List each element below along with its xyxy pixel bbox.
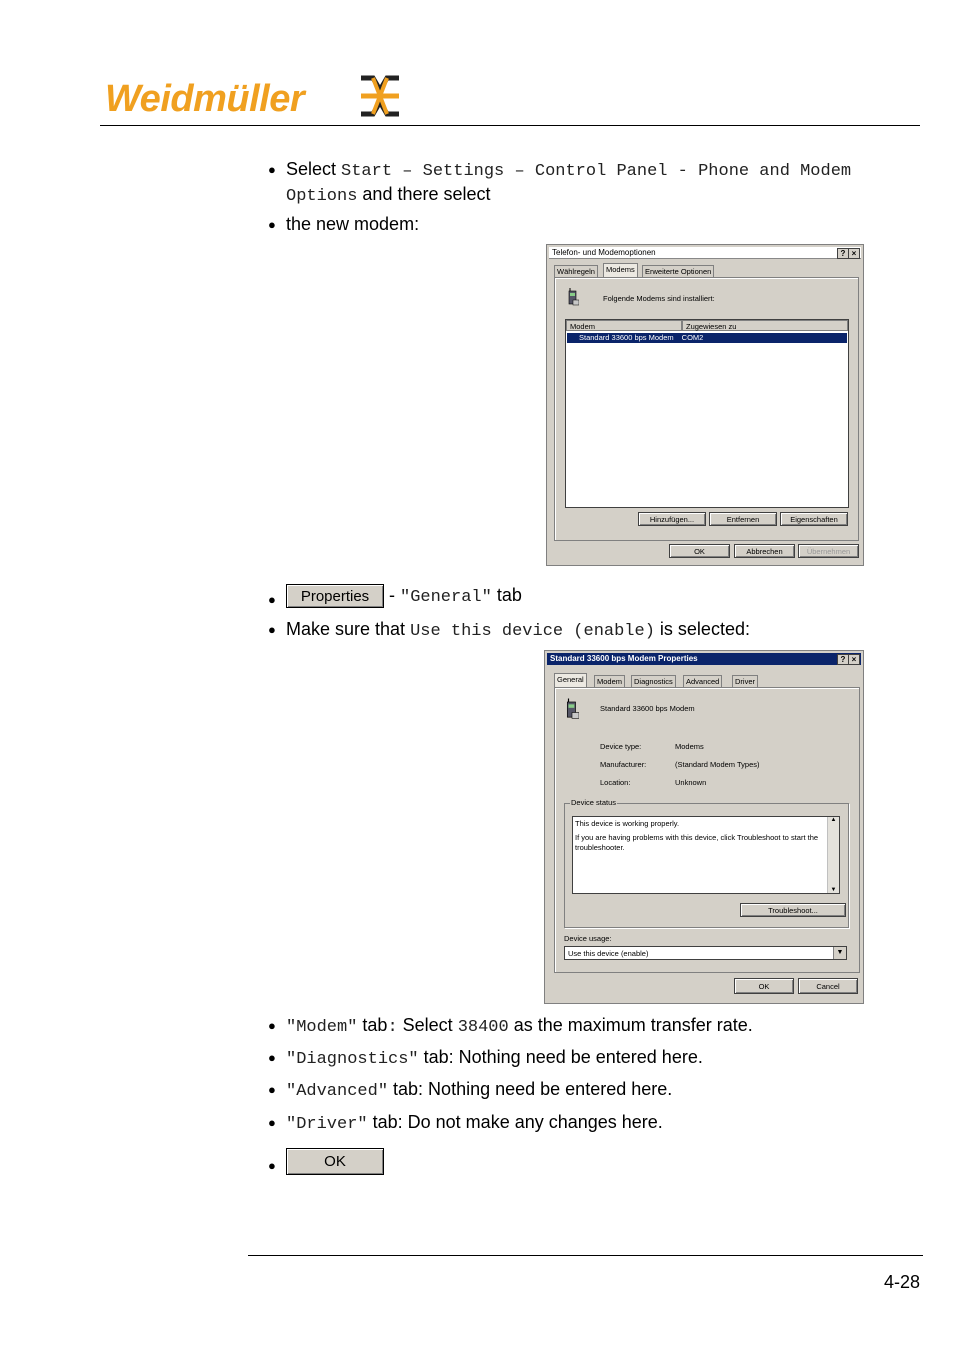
phone-modem-options-dialog: Telefon- und Modemoptionen ? × Wählregel…: [546, 244, 864, 566]
status-text: This device is working properly. If you …: [575, 819, 823, 853]
scroll-down-icon[interactable]: ▼: [828, 887, 839, 893]
bullet-text: Select: [397, 1015, 458, 1035]
bullet-text: tab: Nothing need be entered here.: [388, 1079, 673, 1099]
bullet-text: tab: Nothing need be entered here.: [418, 1047, 703, 1067]
tab-name-code: "Driver": [286, 1115, 368, 1134]
bullet-dot: ●: [268, 622, 276, 637]
ok-button[interactable]: OK: [669, 544, 730, 558]
installed-modems-label: Folgende Modems sind installiert:: [603, 294, 715, 303]
dialog-title: Standard 33600 bps Modem Properties: [547, 653, 861, 665]
tab-modem[interactable]: Modem: [594, 675, 626, 687]
modem-properties-dialog: Standard 33600 bps Modem Properties ? × …: [544, 650, 864, 1004]
bullet-text: tab: [357, 1015, 388, 1035]
list-item[interactable]: Standard 33600 bps Modem COM2: [567, 333, 847, 343]
chevron-down-icon[interactable]: ▼: [833, 947, 846, 959]
tab-diagnostics[interactable]: Diagnostics: [631, 675, 676, 687]
tab-driver[interactable]: Driver: [732, 675, 758, 687]
apply-button[interactable]: Übernehmen: [798, 544, 859, 558]
device-status-group: Device status This device is working pro…: [564, 798, 849, 928]
bullet-text: is selected:: [654, 619, 750, 639]
modem-name-cell: Standard 33600 bps Modem: [579, 333, 674, 342]
device-type-label: Device type:: [600, 742, 642, 751]
column-header-modem[interactable]: Modem: [566, 320, 682, 331]
column-header-assigned[interactable]: Zugewiesen zu: [682, 320, 848, 331]
bullet-text: :: [387, 1018, 398, 1037]
properties-button[interactable]: Eigenschaften: [780, 512, 848, 526]
bullet-text: and there select: [357, 184, 491, 204]
port-cell: COM2: [681, 333, 704, 342]
tab-dialing-rules[interactable]: Wählregeln: [554, 265, 598, 277]
bullet-dot: ●: [268, 217, 276, 232]
troubleshoot-button[interactable]: Troubleshoot...: [740, 903, 846, 917]
header-rule: [100, 125, 920, 126]
device-usage-value: Use this device (enable): [568, 949, 649, 958]
ok-button-image: OK: [286, 1148, 384, 1175]
bullet-text: -: [384, 585, 400, 605]
close-button[interactable]: ×: [848, 654, 860, 665]
modem-phone-icon: [568, 288, 579, 306]
logo-wordmark: Weidmüller: [105, 78, 305, 120]
bullet-dot: ●: [268, 592, 276, 607]
bullet-dot: ●: [268, 1082, 276, 1097]
bullet-dot: ●: [268, 1050, 276, 1065]
baud-rate-code: 38400: [457, 1018, 509, 1037]
tab-general[interactable]: General: [554, 673, 587, 687]
bullet-dot: ●: [268, 1115, 276, 1130]
bullet-text: Select: [286, 159, 342, 179]
cancel-button[interactable]: Cancel: [798, 978, 858, 994]
device-status-label: Device status: [570, 798, 618, 807]
modem-phone-icon: [566, 698, 579, 719]
footer-rule: [248, 1255, 923, 1256]
bullet-text: tab: Do not make any changes here.: [367, 1112, 663, 1132]
bullet-text: Make sure that: [286, 619, 411, 639]
option-code: device (enable): [491, 622, 655, 641]
tab-panel: Standard 33600 bps Modem Device type: Mo…: [554, 687, 860, 973]
bullet-dot: ●: [268, 1018, 276, 1033]
tab-advanced-options[interactable]: Erweiterte Optionen: [642, 265, 715, 277]
bullet-text: as the maximum transfer rate.: [508, 1015, 753, 1035]
bullet-text: the new modem:: [286, 214, 420, 234]
close-button[interactable]: ×: [848, 248, 860, 259]
manufacturer-label: Manufacturer:: [600, 760, 647, 769]
location-label: Location:: [600, 778, 631, 787]
tab-name-code: "General": [400, 588, 492, 607]
tab-modems[interactable]: Modems: [603, 263, 638, 277]
bullet-dot: ●: [268, 162, 276, 177]
status-line: If you are having problems with this dev…: [575, 833, 819, 852]
device-status-textbox[interactable]: This device is working properly. If you …: [572, 816, 840, 894]
properties-button-image: Properties: [286, 584, 384, 609]
tab-advanced[interactable]: Advanced: [683, 675, 723, 687]
bullet-dot: ●: [268, 1158, 276, 1173]
tab-name-code: "Diagnostics": [286, 1050, 419, 1069]
page-number: 4-28: [884, 1272, 921, 1292]
status-scrollbar[interactable]: ▲ ▼: [827, 817, 839, 893]
ok-button[interactable]: OK: [734, 978, 794, 994]
bullet-text: tab: [491, 585, 522, 605]
device-usage-select[interactable]: Use this device (enable) ▼: [564, 946, 847, 960]
option-code: Use this: [410, 622, 492, 641]
device-type-value: Modems: [675, 742, 704, 751]
remove-button[interactable]: Entfernen: [709, 512, 777, 526]
tab-name-code: "Advanced": [286, 1082, 389, 1101]
device-name: Standard 33600 bps Modem: [600, 704, 695, 713]
scroll-up-icon[interactable]: ▲: [828, 817, 839, 823]
weidmuller-mark-icon: [361, 75, 399, 117]
status-line: This device is working properly.: [575, 819, 680, 828]
device-usage-label: Device usage:: [564, 934, 612, 943]
location-value: Unknown: [675, 778, 707, 787]
add-button[interactable]: Hinzufügen...: [638, 512, 706, 526]
manufacturer-value: (Standard Modem Types): [675, 760, 760, 769]
tab-panel: Folgende Modems sind installiert: Modem …: [554, 277, 859, 541]
dialog-title: Telefon- und Modemoptionen: [549, 247, 861, 259]
modem-list[interactable]: Modem Zugewiesen zu Standard 33600 bps M…: [565, 319, 849, 508]
cancel-button[interactable]: Abbrechen: [734, 544, 795, 558]
tab-name-code: "Modem": [286, 1018, 358, 1037]
